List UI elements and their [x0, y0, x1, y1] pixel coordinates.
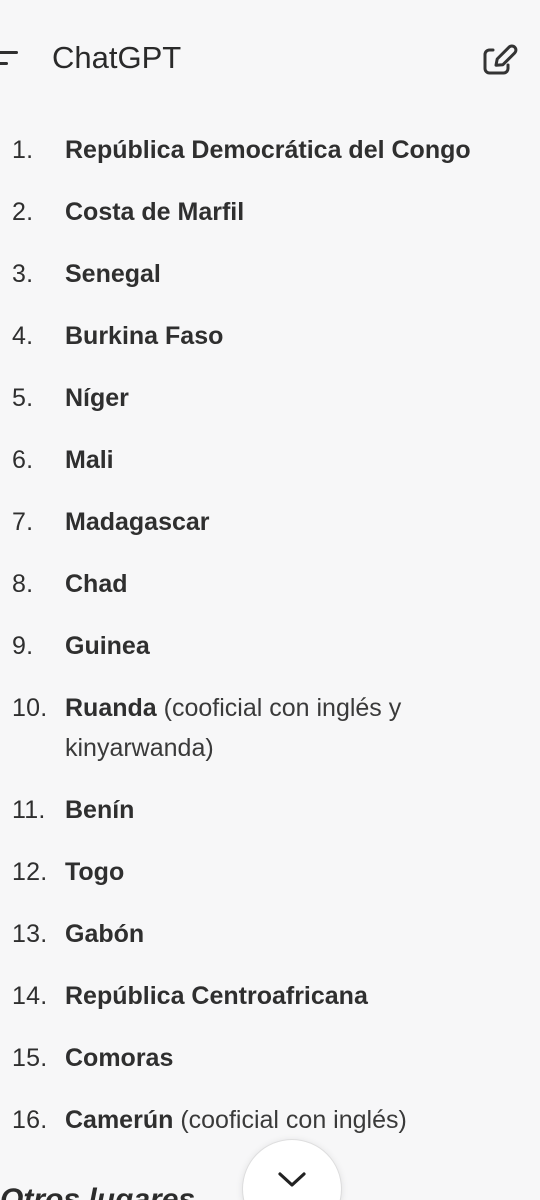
- list-item: 10. Ruanda (cooficial con inglés y kinya…: [0, 678, 540, 780]
- top-app-bar: ChatGPT: [0, 0, 540, 120]
- list-content: Burkina Faso: [65, 316, 540, 356]
- list-number: 4.: [12, 322, 34, 350]
- country-name: Gabón: [65, 920, 145, 948]
- country-name: Benín: [65, 796, 135, 824]
- list-number: 14.: [12, 982, 48, 1010]
- list-item: 9. Guinea: [0, 616, 540, 678]
- list-item: 8. Chad: [0, 554, 540, 616]
- country-name: Níger: [65, 384, 129, 412]
- country-name: Togo: [65, 858, 125, 886]
- list-item: 14. República Centroafricana: [0, 966, 540, 1028]
- country-name: Senegal: [65, 260, 161, 288]
- list-content: Guinea: [65, 626, 540, 666]
- list-item: 16. Camerún (cooficial con inglés): [0, 1090, 540, 1152]
- menu-line-bottom: [0, 62, 8, 65]
- list-item: 15. Comoras: [0, 1028, 540, 1090]
- list-content: República Centroafricana: [65, 976, 540, 1016]
- list-number: 16.: [12, 1106, 48, 1134]
- app-title: ChatGPT: [52, 40, 182, 75]
- country-name: Burkina Faso: [65, 322, 224, 350]
- list-number: 9.: [12, 632, 34, 660]
- list-number: 8.: [12, 570, 34, 598]
- list-number: 12.: [12, 858, 48, 886]
- country-name: Mali: [65, 446, 114, 474]
- list-number: 6.: [12, 446, 34, 474]
- list-content: Mali: [65, 440, 540, 480]
- list-number: 7.: [12, 508, 34, 536]
- list-content: Gabón: [65, 914, 540, 954]
- country-note: (cooficial con inglés): [180, 1106, 407, 1134]
- list-content: Camerún (cooficial con inglés): [65, 1100, 540, 1140]
- list-item: 4. Burkina Faso: [0, 306, 540, 368]
- country-list: 1. República Democrática del Congo 2. Co…: [0, 120, 540, 1152]
- list-number: 15.: [12, 1044, 48, 1072]
- partial-section-heading: Otros lugares: [0, 1183, 196, 1200]
- list-content: Madagascar: [65, 502, 540, 542]
- list-content: Chad: [65, 564, 540, 604]
- list-number: 10.: [12, 694, 48, 722]
- list-content: Comoras: [65, 1038, 540, 1078]
- list-item: 7. Madagascar: [0, 492, 540, 554]
- list-number: 2.: [12, 198, 34, 226]
- list-number: 13.: [12, 920, 48, 948]
- list-item: 11. Benín: [0, 780, 540, 842]
- list-content: Níger: [65, 378, 540, 418]
- list-number: 11.: [12, 796, 46, 824]
- country-name: Camerún: [65, 1106, 174, 1134]
- list-item: 5. Níger: [0, 368, 540, 430]
- country-name: Guinea: [65, 632, 150, 660]
- list-number: 1.: [12, 136, 34, 164]
- list-item: 3. Senegal: [0, 244, 540, 306]
- menu-line-top: [0, 51, 18, 54]
- country-name: Ruanda: [65, 694, 157, 722]
- country-name: República Centroafricana: [65, 982, 368, 1010]
- list-item: 13. Gabón: [0, 904, 540, 966]
- list-content: Costa de Marfil: [65, 192, 540, 232]
- list-content: República Democrática del Congo: [65, 130, 540, 170]
- edit-icon[interactable]: [480, 42, 518, 80]
- chevron-down-icon: [278, 1172, 306, 1187]
- list-content: Benín: [65, 790, 540, 830]
- list-content: Ruanda (cooficial con inglés y kinyarwan…: [65, 688, 540, 768]
- country-name: República Democrática del Congo: [65, 136, 471, 164]
- chatgpt-conversation-screen: ChatGPT 1. República Democrática del Con…: [0, 0, 540, 1200]
- list-item: 12. Togo: [0, 842, 540, 904]
- list-item: 6. Mali: [0, 430, 540, 492]
- list-item: 2. Costa de Marfil: [0, 182, 540, 244]
- list-number: 5.: [12, 384, 34, 412]
- list-number: 3.: [12, 260, 34, 288]
- list-content: Togo: [65, 852, 540, 892]
- country-name: Madagascar: [65, 508, 210, 536]
- menu-icon[interactable]: [0, 47, 22, 71]
- country-name: Chad: [65, 570, 128, 598]
- list-item: 1. República Democrática del Congo: [0, 120, 540, 182]
- country-name: Costa de Marfil: [65, 198, 245, 226]
- list-content: Senegal: [65, 254, 540, 294]
- country-name: Comoras: [65, 1044, 174, 1072]
